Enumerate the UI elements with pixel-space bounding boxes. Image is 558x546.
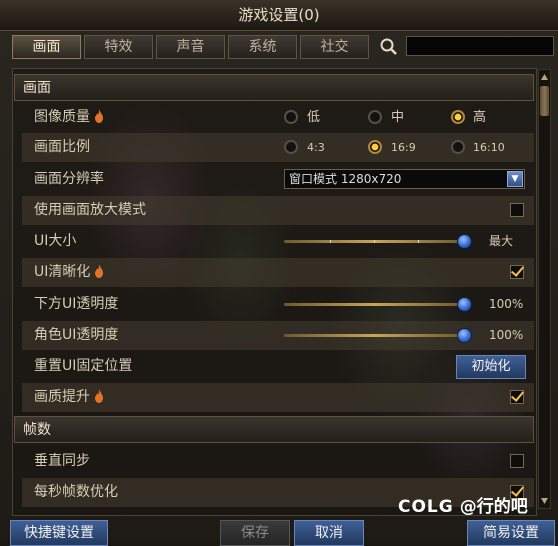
bottom-ui-opacity-slider-track[interactable]: [284, 303, 464, 306]
ratio-radio-16-9[interactable]: [368, 140, 382, 154]
settings-scrollbar[interactable]: [538, 69, 551, 509]
quality-radio-medium[interactable]: [368, 110, 382, 124]
fps-optimize-label: 每秒帧数优化: [34, 484, 118, 500]
row-bottom-ui-opacity: 下方UI透明度 100%: [22, 290, 534, 319]
tab-display[interactable]: 画面: [12, 35, 81, 59]
tab-social[interactable]: 社交: [300, 35, 369, 59]
row-reset-ui-position: 重置UI固定位置 初始化: [22, 352, 534, 381]
flame-icon: [95, 389, 103, 403]
resolution-select[interactable]: 窗口模式 1280x720 ▼: [284, 169, 525, 189]
character-ui-opacity-value: 100%: [489, 328, 524, 342]
shortcut-settings-button[interactable]: 快捷键设置: [10, 520, 108, 546]
cancel-button[interactable]: 取消: [294, 520, 364, 546]
tab-system[interactable]: 系统: [228, 35, 297, 59]
ratio-option-4-3: 4:3: [307, 141, 325, 154]
row-image-quality: 图像质量 低 中 高: [22, 103, 534, 132]
footer-bar: 快捷键设置 保存 取消 简易设置: [0, 514, 558, 546]
section-header-display: 画面: [14, 74, 534, 101]
ui-size-slider-thumb[interactable]: [456, 234, 472, 249]
tab-effects[interactable]: 特效: [84, 35, 153, 59]
row-zoom-mode: 使用画面放大模式: [22, 196, 534, 225]
quality-option-high: 高: [473, 110, 487, 125]
row-aspect-ratio: 画面比例 4:3 16:9 16:10: [22, 133, 534, 162]
bottom-ui-opacity-label: 下方UI透明度: [34, 296, 119, 312]
row-resolution: 画面分辨率 窗口模式 1280x720 ▼: [22, 165, 534, 194]
search-input[interactable]: [406, 36, 554, 56]
resolution-label: 画面分辨率: [34, 171, 104, 187]
aspect-ratio-label: 画面比例: [34, 139, 90, 155]
image-quality-label: 图像质量: [34, 103, 104, 132]
scroll-down-icon[interactable]: [540, 496, 549, 506]
ratio-option-16-10: 16:10: [473, 141, 505, 154]
bottom-ui-opacity-value: 100%: [489, 297, 524, 311]
window-title: 游戏设置(0): [0, 0, 558, 31]
row-ui-clarity: UI清晰化: [22, 258, 534, 287]
tab-bar: 画面 特效 声音 系统 社交: [12, 35, 369, 59]
zoom-mode-label: 使用画面放大模式: [34, 202, 146, 218]
section-header-framerate: 帧数: [14, 416, 534, 443]
slider-tick: [330, 240, 331, 243]
character-ui-opacity-label: 角色UI透明度: [34, 327, 119, 343]
flame-icon: [95, 264, 104, 278]
tab-sound[interactable]: 声音: [156, 35, 225, 59]
reset-ui-button[interactable]: 初始化: [456, 355, 526, 379]
quality-option-low: 低: [307, 110, 321, 125]
zoom-mode-checkbox[interactable]: [510, 203, 524, 217]
bottom-ui-opacity-slider-thumb[interactable]: [456, 297, 472, 312]
quality-boost-label: 画质提升: [34, 383, 104, 412]
quality-boost-checkbox[interactable]: [510, 390, 524, 404]
row-ui-size: UI大小 最大: [22, 227, 534, 256]
resolution-value: 窗口模式 1280x720: [289, 172, 402, 186]
simple-settings-button[interactable]: 简易设置: [467, 520, 555, 546]
ui-size-value: 最大: [489, 234, 514, 248]
character-ui-opacity-slider-thumb[interactable]: [456, 328, 472, 343]
character-ui-opacity-slider-track[interactable]: [284, 334, 464, 337]
quality-radio-low[interactable]: [284, 110, 298, 124]
scroll-thumb[interactable]: [540, 86, 549, 116]
quality-option-medium: 中: [391, 110, 405, 125]
save-button[interactable]: 保存: [220, 520, 290, 546]
row-quality-boost: 画质提升: [22, 383, 534, 412]
chevron-down-icon[interactable]: ▼: [507, 171, 523, 187]
flame-icon: [95, 109, 103, 123]
ui-clarity-label: UI清晰化: [34, 258, 104, 287]
row-vsync: 垂直同步: [22, 447, 534, 476]
ratio-option-16-9: 16:9: [391, 141, 416, 154]
ui-clarity-checkbox[interactable]: [510, 265, 524, 279]
ratio-radio-4-3[interactable]: [284, 140, 298, 154]
vsync-label: 垂直同步: [34, 453, 90, 469]
ui-size-label: UI大小: [34, 233, 77, 249]
slider-tick: [374, 240, 375, 243]
slider-tick: [418, 240, 419, 243]
reset-ui-position-label: 重置UI固定位置: [34, 358, 133, 374]
search-icon[interactable]: [378, 36, 400, 58]
vsync-checkbox[interactable]: [510, 454, 524, 468]
ratio-radio-16-10[interactable]: [451, 140, 465, 154]
row-character-ui-opacity: 角色UI透明度 100%: [22, 321, 534, 350]
scroll-up-icon[interactable]: [540, 72, 549, 82]
quality-radio-high[interactable]: [451, 110, 465, 124]
